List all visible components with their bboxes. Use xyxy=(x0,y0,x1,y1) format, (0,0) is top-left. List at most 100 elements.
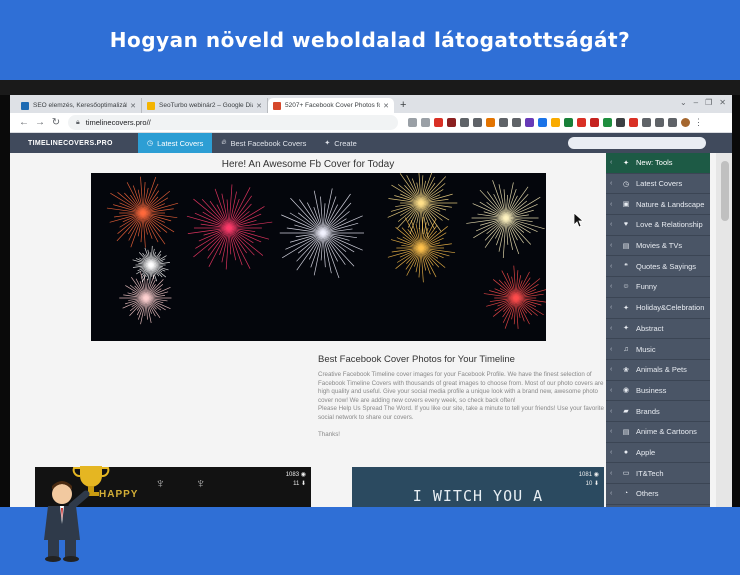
sidebar-item[interactable]: ‹ ✦ Abstract xyxy=(606,319,710,340)
minimize-icon[interactable]: – xyxy=(694,98,698,107)
slides-favicon-icon xyxy=(147,101,155,110)
scrollbar-thumb[interactable] xyxy=(721,161,729,221)
tab-seoturbo[interactable]: SeoTurbo webinár2 – Google Diák ✕ xyxy=(142,98,268,113)
sidebar-item-label: Movies & TVs xyxy=(636,241,683,251)
close-icon[interactable]: ✕ xyxy=(130,102,136,110)
download-count: 11 xyxy=(293,481,300,487)
extension-icon[interactable] xyxy=(447,118,456,127)
firework-burst xyxy=(119,271,172,325)
address-bar[interactable]: 🔒︎ timelinecovers.pro// xyxy=(68,115,398,130)
nav-label: Create xyxy=(334,138,357,148)
page-scrollbar[interactable] xyxy=(716,153,732,515)
sidebar-item[interactable]: ‹ ▰ Brands xyxy=(606,401,710,422)
extension-icon[interactable] xyxy=(460,118,469,127)
sidebar-item-label: Animals & Pets xyxy=(636,365,687,375)
sidebar-item[interactable]: ‹ ✦ New: Tools xyxy=(606,153,710,174)
nav-best-facebook-covers[interactable]: 🔥︎ Best Facebook Covers xyxy=(212,133,315,153)
sidebar-item[interactable]: ‹ ▣ Nature & Landscape xyxy=(606,194,710,216)
eye-icon: ◉ xyxy=(593,472,599,478)
chevron-left-icon: ‹ xyxy=(610,180,613,188)
extension-icon[interactable] xyxy=(564,118,573,127)
sidebar-item[interactable]: ‹ ▭ IT&Tech xyxy=(606,463,710,484)
extension-icon[interactable] xyxy=(603,118,612,127)
firework-burst xyxy=(279,188,364,279)
category-sidebar: ‹ ✦ New: Tools ‹ ◷ Latest Covers ‹ ▣ Nature & La… xyxy=(606,153,710,515)
avatar[interactable] xyxy=(681,118,690,127)
restore-icon[interactable]: ❐ xyxy=(705,98,712,107)
about-thanks: Thanks! xyxy=(318,430,341,438)
close-icon[interactable]: ✕ xyxy=(383,102,389,110)
site-logo[interactable]: TIMELINECOVERS.PRO xyxy=(28,140,138,147)
extension-icon[interactable] xyxy=(668,118,677,127)
extension-icon[interactable] xyxy=(499,118,508,127)
reload-icon[interactable]: ↻ xyxy=(48,117,64,128)
site-nav: TIMELINECOVERS.PRO ◷ Latest Covers 🔥︎ Be… xyxy=(10,133,732,153)
extension-icon[interactable] xyxy=(577,118,586,127)
firework-burst xyxy=(483,265,546,329)
extension-icon[interactable] xyxy=(590,118,599,127)
new-tab-button[interactable]: + xyxy=(400,99,406,111)
tab-search-icon[interactable]: ⌄ xyxy=(680,98,687,107)
eye-icon: ◉ xyxy=(300,472,306,478)
sidebar-item[interactable]: ‹ ♥ Love & Relationship xyxy=(606,215,710,236)
page-content: Here! An Awesome Fb Cover for Today Best… xyxy=(10,153,732,515)
nav-latest-covers[interactable]: ◷ Latest Covers xyxy=(138,133,213,153)
share-icon[interactable] xyxy=(408,118,417,127)
sidebar-item[interactable]: ‹ ◉ Business xyxy=(606,381,710,402)
close-icon[interactable]: ✕ xyxy=(256,102,262,110)
view-count: 1081 xyxy=(578,472,593,478)
businessman-mascot-icon xyxy=(44,466,110,562)
clock-icon: ◷ xyxy=(147,140,154,147)
nav-label: Best Facebook Covers xyxy=(230,138,307,148)
download-icon: ⬇ xyxy=(300,481,306,487)
tag-icon: ▰ xyxy=(623,408,629,416)
sidebar-item-label: New: Tools xyxy=(636,158,673,168)
browser-window: SEO elemzés, Keresőoptimalizálás · ✕ Seo… xyxy=(10,95,732,515)
site-search-input[interactable] xyxy=(568,137,706,149)
sidebar-item[interactable]: ‹ ❝ Quotes & Sayings xyxy=(606,256,710,278)
tab-label: SEO elemzés, Keresőoptimalizálás · xyxy=(33,102,127,109)
extension-icon[interactable] xyxy=(629,118,638,127)
extension-icon[interactable] xyxy=(616,118,625,127)
close-window-icon[interactable]: ✕ xyxy=(719,98,726,107)
nav-create[interactable]: ✦ Create xyxy=(315,133,365,153)
extension-icon[interactable] xyxy=(486,118,495,127)
sidebar-item[interactable]: ‹ ✦ Holiday&Celebration xyxy=(606,298,710,319)
about-paragraph: Creative Facebook Timeline cover images … xyxy=(318,371,604,404)
sidebar-item[interactable]: ‹ ❀ Animals & Pets xyxy=(606,360,710,381)
bookmark-star-icon[interactable] xyxy=(421,118,430,127)
sidebar-item[interactable]: ‹ ◷ Latest Covers xyxy=(606,174,710,195)
screen-frame xyxy=(0,80,740,95)
extension-icon[interactable] xyxy=(525,118,534,127)
sidebar-item-label: Others xyxy=(636,489,659,499)
heart-icon: ♥ xyxy=(623,221,629,229)
extension-icon[interactable] xyxy=(512,118,521,127)
sidebar-item[interactable]: ‹ ◔ Others xyxy=(606,484,710,505)
extension-icon[interactable] xyxy=(642,118,651,127)
eye-icon: ◉ xyxy=(622,387,630,395)
sidebar-item[interactable]: ‹ ▤ Movies & TVs xyxy=(606,236,710,257)
menu-dots-icon[interactable]: ⋮ xyxy=(694,117,703,128)
firework-burst xyxy=(387,216,456,283)
chevron-left-icon: ‹ xyxy=(610,242,613,250)
sidebar-item-label: Brands xyxy=(636,406,660,416)
sidebar-item[interactable]: ‹ ☺ Funny xyxy=(606,277,710,298)
firework-burst xyxy=(186,184,273,270)
chevron-left-icon: ‹ xyxy=(610,469,613,477)
sidebar-item[interactable]: ‹ ♫ Music xyxy=(606,339,710,360)
puzzle-icon[interactable] xyxy=(655,118,664,127)
tab-timelinecovers[interactable]: 5207+ Facebook Cover Photos for ✕ xyxy=(268,98,394,113)
lock-icon: 🔒︎ xyxy=(76,118,80,126)
tab-seo[interactable]: SEO elemzés, Keresőoptimalizálás · ✕ xyxy=(16,98,142,113)
extension-icon[interactable] xyxy=(538,118,547,127)
sidebar-item[interactable]: ‹ ● Apple xyxy=(606,443,710,464)
extension-icon[interactable] xyxy=(473,118,482,127)
sidebar-item-label: Nature & Landscape xyxy=(636,199,705,209)
back-icon[interactable]: ← xyxy=(16,117,32,128)
category-list: ‹ ✦ New: Tools ‹ ◷ Latest Covers ‹ ▣ Nature & La… xyxy=(606,153,710,505)
cover-image[interactable] xyxy=(91,173,546,341)
extension-icon[interactable] xyxy=(434,118,443,127)
extension-icon[interactable] xyxy=(551,118,560,127)
sidebar-item[interactable]: ‹ ▤ Anime & Cartoons xyxy=(606,422,710,443)
forward-icon[interactable]: → xyxy=(32,117,48,128)
